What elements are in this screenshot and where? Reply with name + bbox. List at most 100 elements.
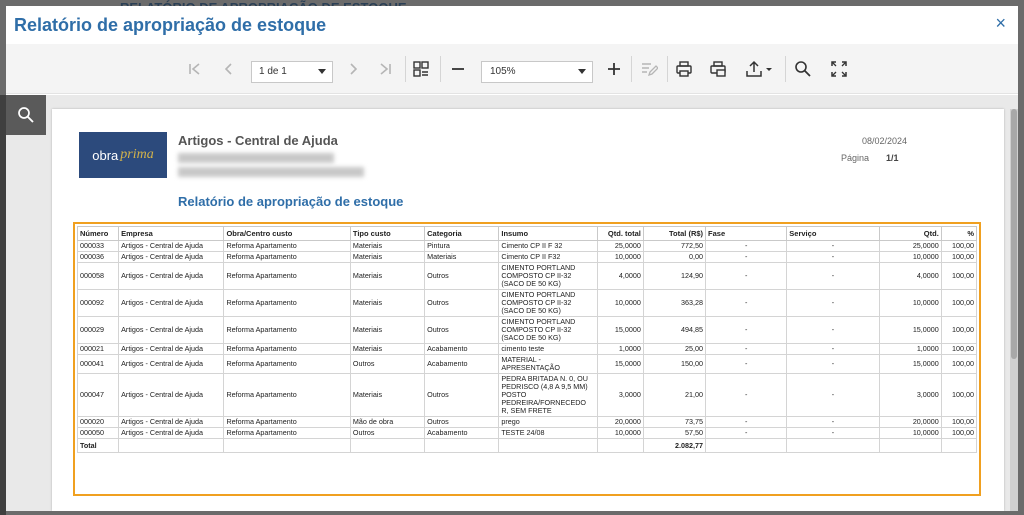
- search-icon: [18, 107, 34, 123]
- table-cell-empresa: Artigos - Central de Ajuda: [118, 316, 225, 344]
- table-cell-servico: -: [786, 240, 880, 252]
- column-header: Total (R$): [642, 226, 707, 241]
- table-cell-obra: Reforma Apartamento: [223, 316, 351, 344]
- print-page-icon[interactable]: [707, 58, 729, 80]
- table-cell-pct: 100,00: [940, 262, 978, 290]
- table-cell-qtd_total: 10,0000: [596, 251, 644, 263]
- table-cell-numero: 000021: [76, 343, 120, 355]
- fullscreen-icon[interactable]: [828, 58, 850, 80]
- table-cell-empresa: Artigos - Central de Ajuda: [118, 427, 225, 439]
- zoom-select[interactable]: 105%: [481, 61, 593, 83]
- table-cell-fase: -: [705, 416, 788, 428]
- table-cell-fase: -: [705, 289, 788, 317]
- print-icon[interactable]: [673, 58, 695, 80]
- table-cell-empresa: Artigos - Central de Ajuda: [118, 343, 225, 355]
- chevron-down-icon: [578, 69, 586, 74]
- search-icon[interactable]: [792, 58, 814, 80]
- page-select[interactable]: 1 de 1: [251, 61, 333, 83]
- table-cell-total: 772,50: [642, 240, 707, 252]
- table-cell-categoria: Materiais: [424, 251, 500, 263]
- table-cell-obra: Reforma Apartamento: [223, 251, 351, 263]
- table-cell-empty: [878, 438, 942, 453]
- table-cell-qtd: 10,0000: [878, 251, 942, 263]
- table-cell-servico: -: [786, 251, 880, 263]
- multi-page-icon[interactable]: [410, 58, 432, 80]
- report-table-highlight: Número Empresa Obra/Centro custo Tipo custo…: [73, 222, 981, 496]
- table-cell-fase: -: [705, 251, 788, 263]
- table-cell-insumo: Cimento CP II F 32: [498, 240, 598, 252]
- table-cell-obra: Reforma Apartamento: [223, 373, 351, 417]
- page-number: 1/1: [886, 153, 899, 163]
- table-cell-categoria: Outros: [424, 289, 500, 317]
- zoom-in-icon[interactable]: [603, 58, 625, 80]
- table-cell-categoria: Pintura: [424, 240, 500, 252]
- prev-page-icon[interactable]: [218, 58, 240, 80]
- column-header: Empresa: [118, 226, 225, 241]
- table-cell-pct: 100,00: [940, 354, 978, 374]
- zoom-out-icon[interactable]: [447, 58, 469, 80]
- table-cell-insumo: cimento teste: [498, 343, 598, 355]
- table-cell-pct: 100,00: [940, 251, 978, 263]
- table-cell-numero: 000029: [76, 316, 120, 344]
- table-cell-qtd_total: 3,0000: [596, 373, 644, 417]
- table-cell-pct: 100,00: [940, 427, 978, 439]
- company-name: Artigos - Central de Ajuda: [178, 133, 338, 148]
- table-cell-total: 494,85: [642, 316, 707, 344]
- column-header: Número: [76, 226, 120, 241]
- table-row: 000033 Artigos - Central de Ajuda Reforma …: [76, 240, 978, 252]
- column-header: Insumo: [498, 226, 598, 241]
- table-cell-categoria: Outros: [424, 262, 500, 290]
- table-cell-servico: -: [786, 289, 880, 317]
- table-row: 000092 Artigos - Central de Ajuda Reforma …: [76, 289, 978, 317]
- table-cell-tipo: Materiais: [349, 251, 426, 263]
- table-row: 000029 Artigos - Central de Ajuda Reforma …: [76, 316, 978, 344]
- table-cell-servico: -: [786, 373, 880, 417]
- export-icon[interactable]: [744, 58, 774, 80]
- total-label: Total: [76, 438, 120, 453]
- table-cell-pct: 100,00: [940, 240, 978, 252]
- table-cell-empresa: Artigos - Central de Ajuda: [118, 262, 225, 290]
- table-cell-empresa: Artigos - Central de Ajuda: [118, 251, 225, 263]
- search-panel-button[interactable]: [6, 95, 46, 135]
- table-cell-empresa: Artigos - Central de Ajuda: [118, 416, 225, 428]
- table-cell-pct: 100,00: [940, 373, 978, 417]
- table-cell-numero: 000092: [76, 289, 120, 317]
- table-cell-tipo: Outros: [349, 427, 426, 439]
- table-cell-pct: 100,00: [940, 289, 978, 317]
- toolbar-divider: [440, 56, 441, 82]
- table-cell-total: 124,90: [642, 262, 707, 290]
- scrollbar-thumb[interactable]: [1011, 109, 1017, 359]
- column-header: Qtd. total: [596, 226, 644, 241]
- table-cell-pct: 100,00: [940, 343, 978, 355]
- report-viewer: obra prima Artigos - Central de Ajuda 08…: [6, 95, 1018, 511]
- column-header: Fase: [705, 226, 788, 241]
- table-cell-qtd_total: 10,0000: [596, 289, 644, 317]
- table-cell-categoria: Acabamento: [424, 354, 500, 374]
- table-cell-qtd: 25,0000: [878, 240, 942, 252]
- first-page-icon[interactable]: [184, 58, 206, 80]
- column-header: Categoria: [424, 226, 500, 241]
- table-cell-insumo: prego: [498, 416, 598, 428]
- table-cell-qtd_total: 20,0000: [596, 416, 644, 428]
- zoom-select-value: 105%: [490, 66, 516, 77]
- close-button[interactable]: ×: [995, 14, 1006, 32]
- table-cell-servico: -: [786, 354, 880, 374]
- table-cell-tipo: Materiais: [349, 289, 426, 317]
- edit-icon[interactable]: [638, 58, 660, 80]
- table-cell-obra: Reforma Apartamento: [223, 343, 351, 355]
- table-cell-total: 21,00: [642, 373, 707, 417]
- next-page-icon[interactable]: [342, 58, 364, 80]
- table-cell-empty: [498, 438, 598, 453]
- redacted-contact: [178, 167, 364, 177]
- table-cell-fase: -: [705, 354, 788, 374]
- report-table: Número Empresa Obra/Centro custo Tipo custo…: [76, 226, 978, 453]
- table-cell-numero: 000036: [76, 251, 120, 263]
- table-cell-qtd: 1,0000: [878, 343, 942, 355]
- toolbar-divider: [405, 56, 406, 82]
- report-modal: Relatório de apropriação de estoque × 1 …: [6, 6, 1018, 511]
- table-cell-qtd: 15,0000: [878, 354, 942, 374]
- table-cell-obra: Reforma Apartamento: [223, 427, 351, 439]
- table-row: 000058 Artigos - Central de Ajuda Reforma …: [76, 262, 978, 290]
- table-row: 000050 Artigos - Central de Ajuda Reforma …: [76, 427, 978, 439]
- last-page-icon[interactable]: [374, 58, 396, 80]
